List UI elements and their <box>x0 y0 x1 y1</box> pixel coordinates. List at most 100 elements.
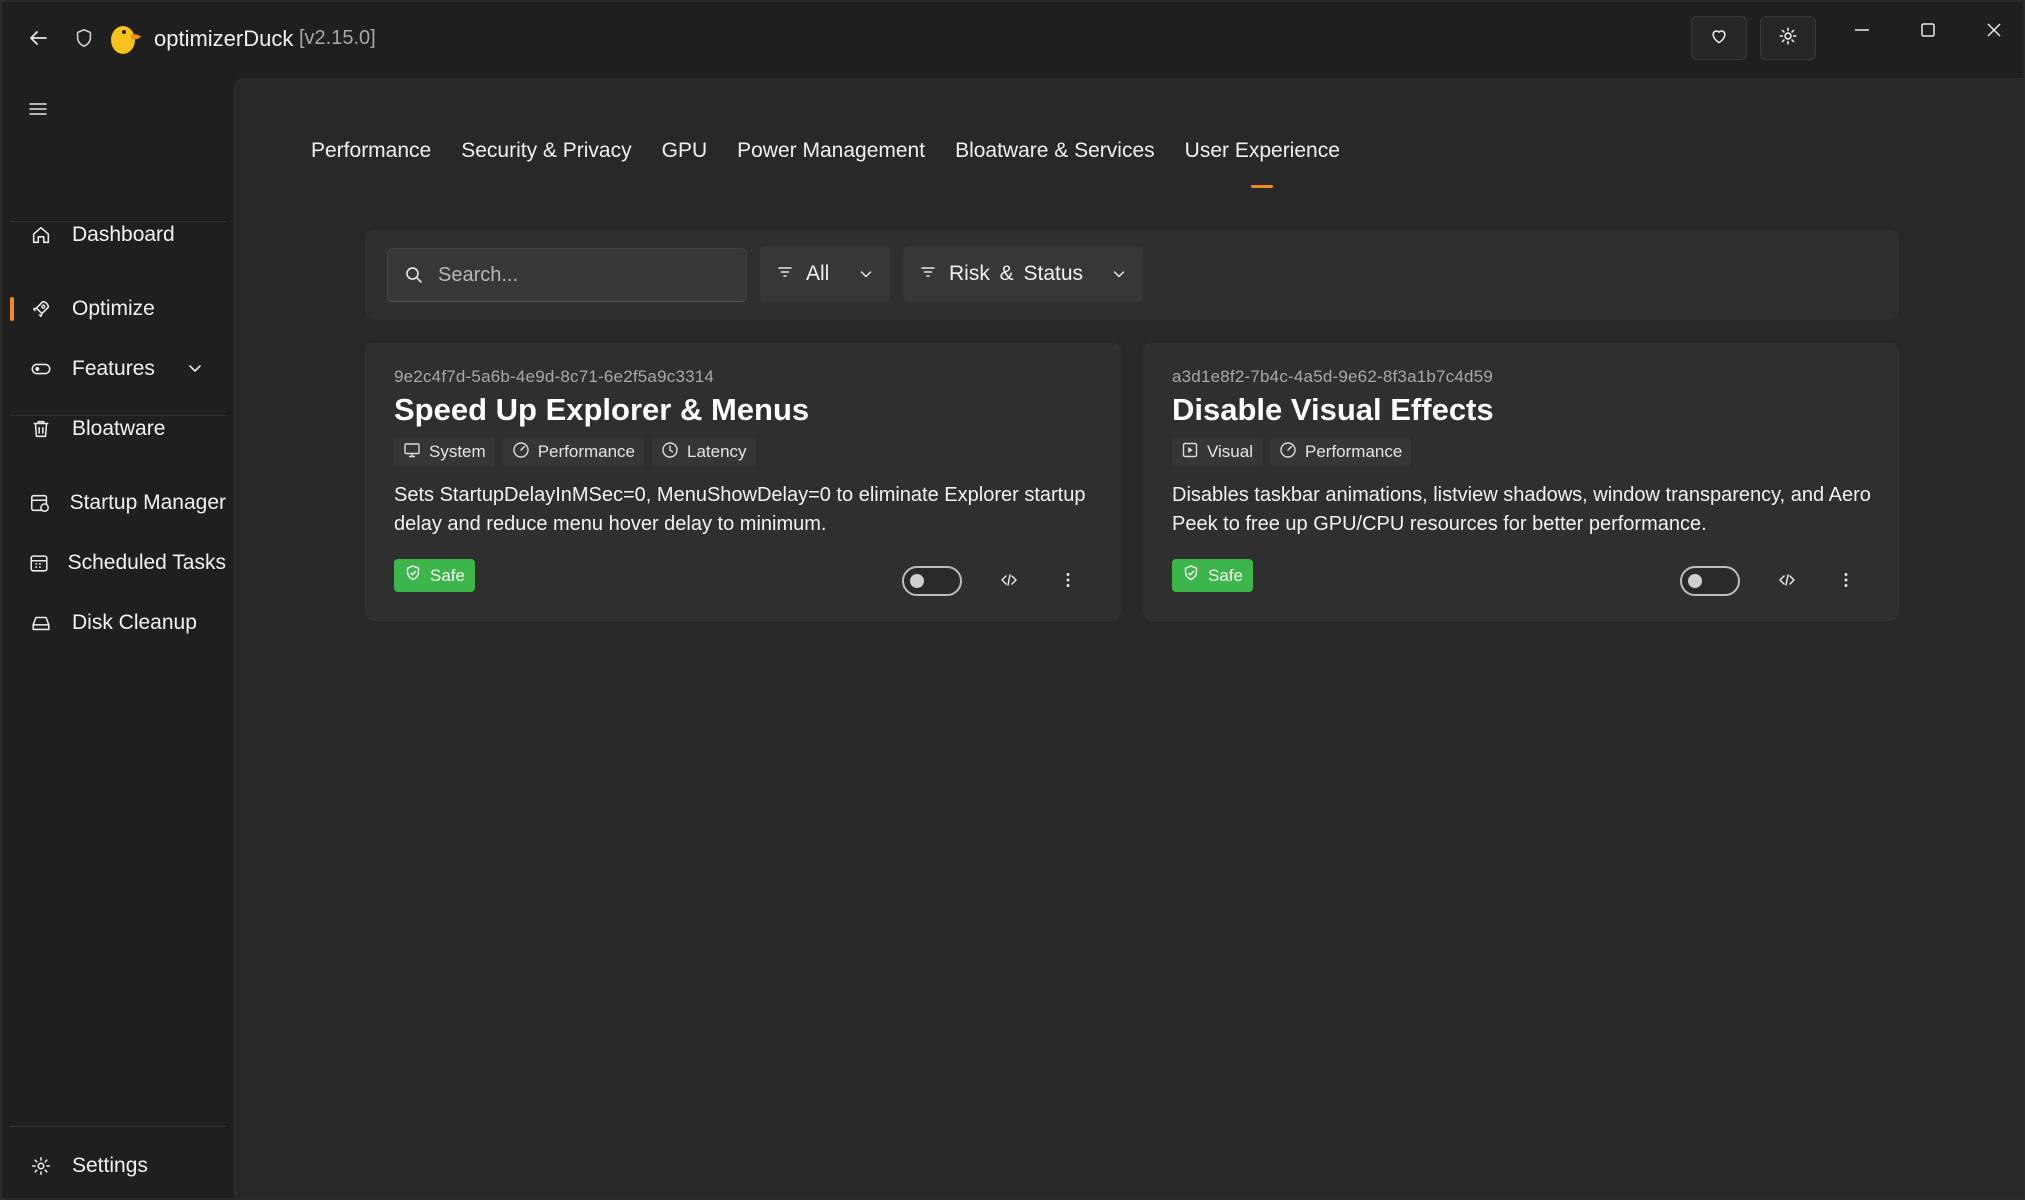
settings-gear-icon <box>10 1155 72 1177</box>
trash-icon <box>10 418 72 440</box>
sidebar-item-bloatware[interactable]: Bloatware <box>10 403 226 455</box>
code-icon <box>999 570 1019 595</box>
chevron-down-icon <box>186 359 204 382</box>
tag-system: System <box>394 437 495 467</box>
sidebar: Dashboard Optimize Features Bloatware St… <box>2 78 234 1198</box>
tag-label: Latency <box>687 442 747 461</box>
gauge-icon <box>1279 441 1297 464</box>
monitor-icon <box>403 441 421 464</box>
view-code-button[interactable] <box>991 566 1027 598</box>
card-title: Speed Up Explorer & Menus <box>394 392 810 427</box>
tag-label: Performance <box>1305 442 1403 461</box>
enable-toggle[interactable] <box>902 566 962 596</box>
back-arrow-icon[interactable] <box>22 22 54 54</box>
sidebar-item-disk-cleanup[interactable]: Disk Cleanup <box>10 597 226 649</box>
enable-toggle[interactable] <box>1680 566 1740 596</box>
card-tags: System Performance Latency <box>394 437 756 467</box>
more-options-button[interactable] <box>1050 566 1086 598</box>
maximize-icon <box>1919 21 1937 44</box>
minimize-button[interactable] <box>1837 12 1887 52</box>
app-window: optimizerDuck [v2.15.0] Dashboard Optimi… <box>0 0 2025 1200</box>
sidebar-item-startup-manager[interactable]: Startup Manager <box>10 477 226 529</box>
app-title: optimizerDuck <box>154 26 294 51</box>
search-box[interactable] <box>387 248 747 302</box>
card-description: Disables taskbar animations, listview sh… <box>1172 484 1871 535</box>
sidebar-item-label: Features <box>72 357 155 380</box>
sidebar-item-label: Optimize <box>72 297 155 320</box>
tag-performance: Performance <box>502 437 645 467</box>
tab-bloatware-services[interactable]: Bloatware & Services <box>955 139 1155 179</box>
risk-status-filter-value: Risk & Status <box>949 262 1084 285</box>
gauge-icon <box>512 441 530 464</box>
sidebar-item-label: Dashboard <box>72 223 175 246</box>
shield-check-icon <box>404 564 422 587</box>
shield-icon <box>70 24 98 52</box>
sidebar-item-label: Disk Cleanup <box>72 611 197 634</box>
sidebar-item-label: Scheduled Tasks <box>67 551 226 574</box>
tag-label: Visual <box>1207 442 1253 461</box>
filter-icon <box>919 263 937 286</box>
card-description: Sets StartupDelayInMSec=0, MenuShowDelay… <box>394 484 1086 535</box>
more-options-button[interactable] <box>1828 566 1864 598</box>
view-code-button[interactable] <box>1769 566 1805 598</box>
code-icon <box>1777 570 1797 595</box>
tab-user-experience[interactable]: User Experience <box>1185 139 1340 188</box>
sidebar-divider <box>10 221 226 222</box>
donate-button[interactable] <box>1691 16 1747 60</box>
rocket-icon <box>10 298 72 320</box>
sidebar-item-optimize[interactable]: Optimize <box>10 283 226 335</box>
sidebar-item-scheduled-tasks[interactable]: Scheduled Tasks <box>10 537 226 589</box>
hamburger-menu-icon[interactable] <box>20 92 56 126</box>
maximize-button[interactable] <box>1903 12 1953 52</box>
duck-logo-icon <box>108 18 144 58</box>
risk-badge: Safe <box>394 559 475 592</box>
filter-bar: All Risk & Status <box>365 230 1899 320</box>
optimization-card: 9e2c4f7d-5a6b-4e9d-8c71-6e2f5a9c3314 Spe… <box>365 343 1121 621</box>
main-content: Performance Security & Privacy GPU Power… <box>234 78 2023 1198</box>
filter-icon <box>776 263 794 286</box>
more-vertical-icon <box>1838 570 1854 595</box>
card-id: 9e2c4f7d-5a6b-4e9d-8c71-6e2f5a9c3314 <box>394 367 715 386</box>
card-id: a3d1e8f2-7b4c-4a5d-9e62-8f3a1b7c4d59 <box>1172 367 1494 386</box>
optimization-card: a3d1e8f2-7b4c-4a5d-9e62-8f3a1b7c4d59 Dis… <box>1143 343 1899 621</box>
sidebar-item-features[interactable]: Features <box>10 343 226 395</box>
sidebar-divider <box>10 1126 226 1127</box>
toggle-icon <box>10 358 72 380</box>
settings-gear-icon <box>1777 25 1799 52</box>
sidebar-item-label: Bloatware <box>72 417 166 440</box>
more-vertical-icon <box>1060 570 1076 595</box>
sidebar-item-dashboard[interactable]: Dashboard <box>10 209 226 261</box>
card-title: Disable Visual Effects <box>1172 392 1494 427</box>
toggle-knob <box>910 574 924 588</box>
tag-visual: Visual <box>1172 437 1262 467</box>
tab-performance[interactable]: Performance <box>311 139 431 179</box>
clock-icon <box>661 441 679 464</box>
risk-label: Safe <box>430 565 465 585</box>
home-icon <box>10 224 72 246</box>
shield-check-icon <box>1182 564 1200 587</box>
sidebar-divider <box>10 415 226 416</box>
risk-label: Safe <box>1208 565 1243 585</box>
close-icon <box>1985 21 2003 44</box>
sidebar-item-label: Settings <box>72 1154 148 1177</box>
tab-gpu[interactable]: GPU <box>662 139 708 179</box>
minimize-icon <box>1853 21 1871 44</box>
search-input[interactable] <box>438 263 728 287</box>
sidebar-item-settings[interactable]: Settings <box>10 1140 226 1192</box>
tag-latency: Latency <box>652 437 756 467</box>
sidebar-item-label: Startup Manager <box>69 491 226 514</box>
toggle-knob <box>1688 574 1702 588</box>
tag-performance: Performance <box>1270 437 1412 467</box>
close-button[interactable] <box>1969 12 2019 52</box>
play-icon <box>1181 441 1199 464</box>
drive-icon <box>10 612 72 634</box>
category-tabs: Performance Security & Privacy GPU Power… <box>311 139 1340 188</box>
chevron-down-icon <box>1111 266 1127 282</box>
category-filter-value: All <box>806 262 830 285</box>
category-filter-dropdown[interactable]: All <box>760 246 890 302</box>
tab-security-privacy[interactable]: Security & Privacy <box>461 139 631 179</box>
risk-status-filter-dropdown[interactable]: Risk & Status <box>903 246 1143 302</box>
card-tags: Visual Performance <box>1172 437 1412 467</box>
community-button[interactable] <box>1760 16 1816 60</box>
tab-power-management[interactable]: Power Management <box>737 139 925 179</box>
